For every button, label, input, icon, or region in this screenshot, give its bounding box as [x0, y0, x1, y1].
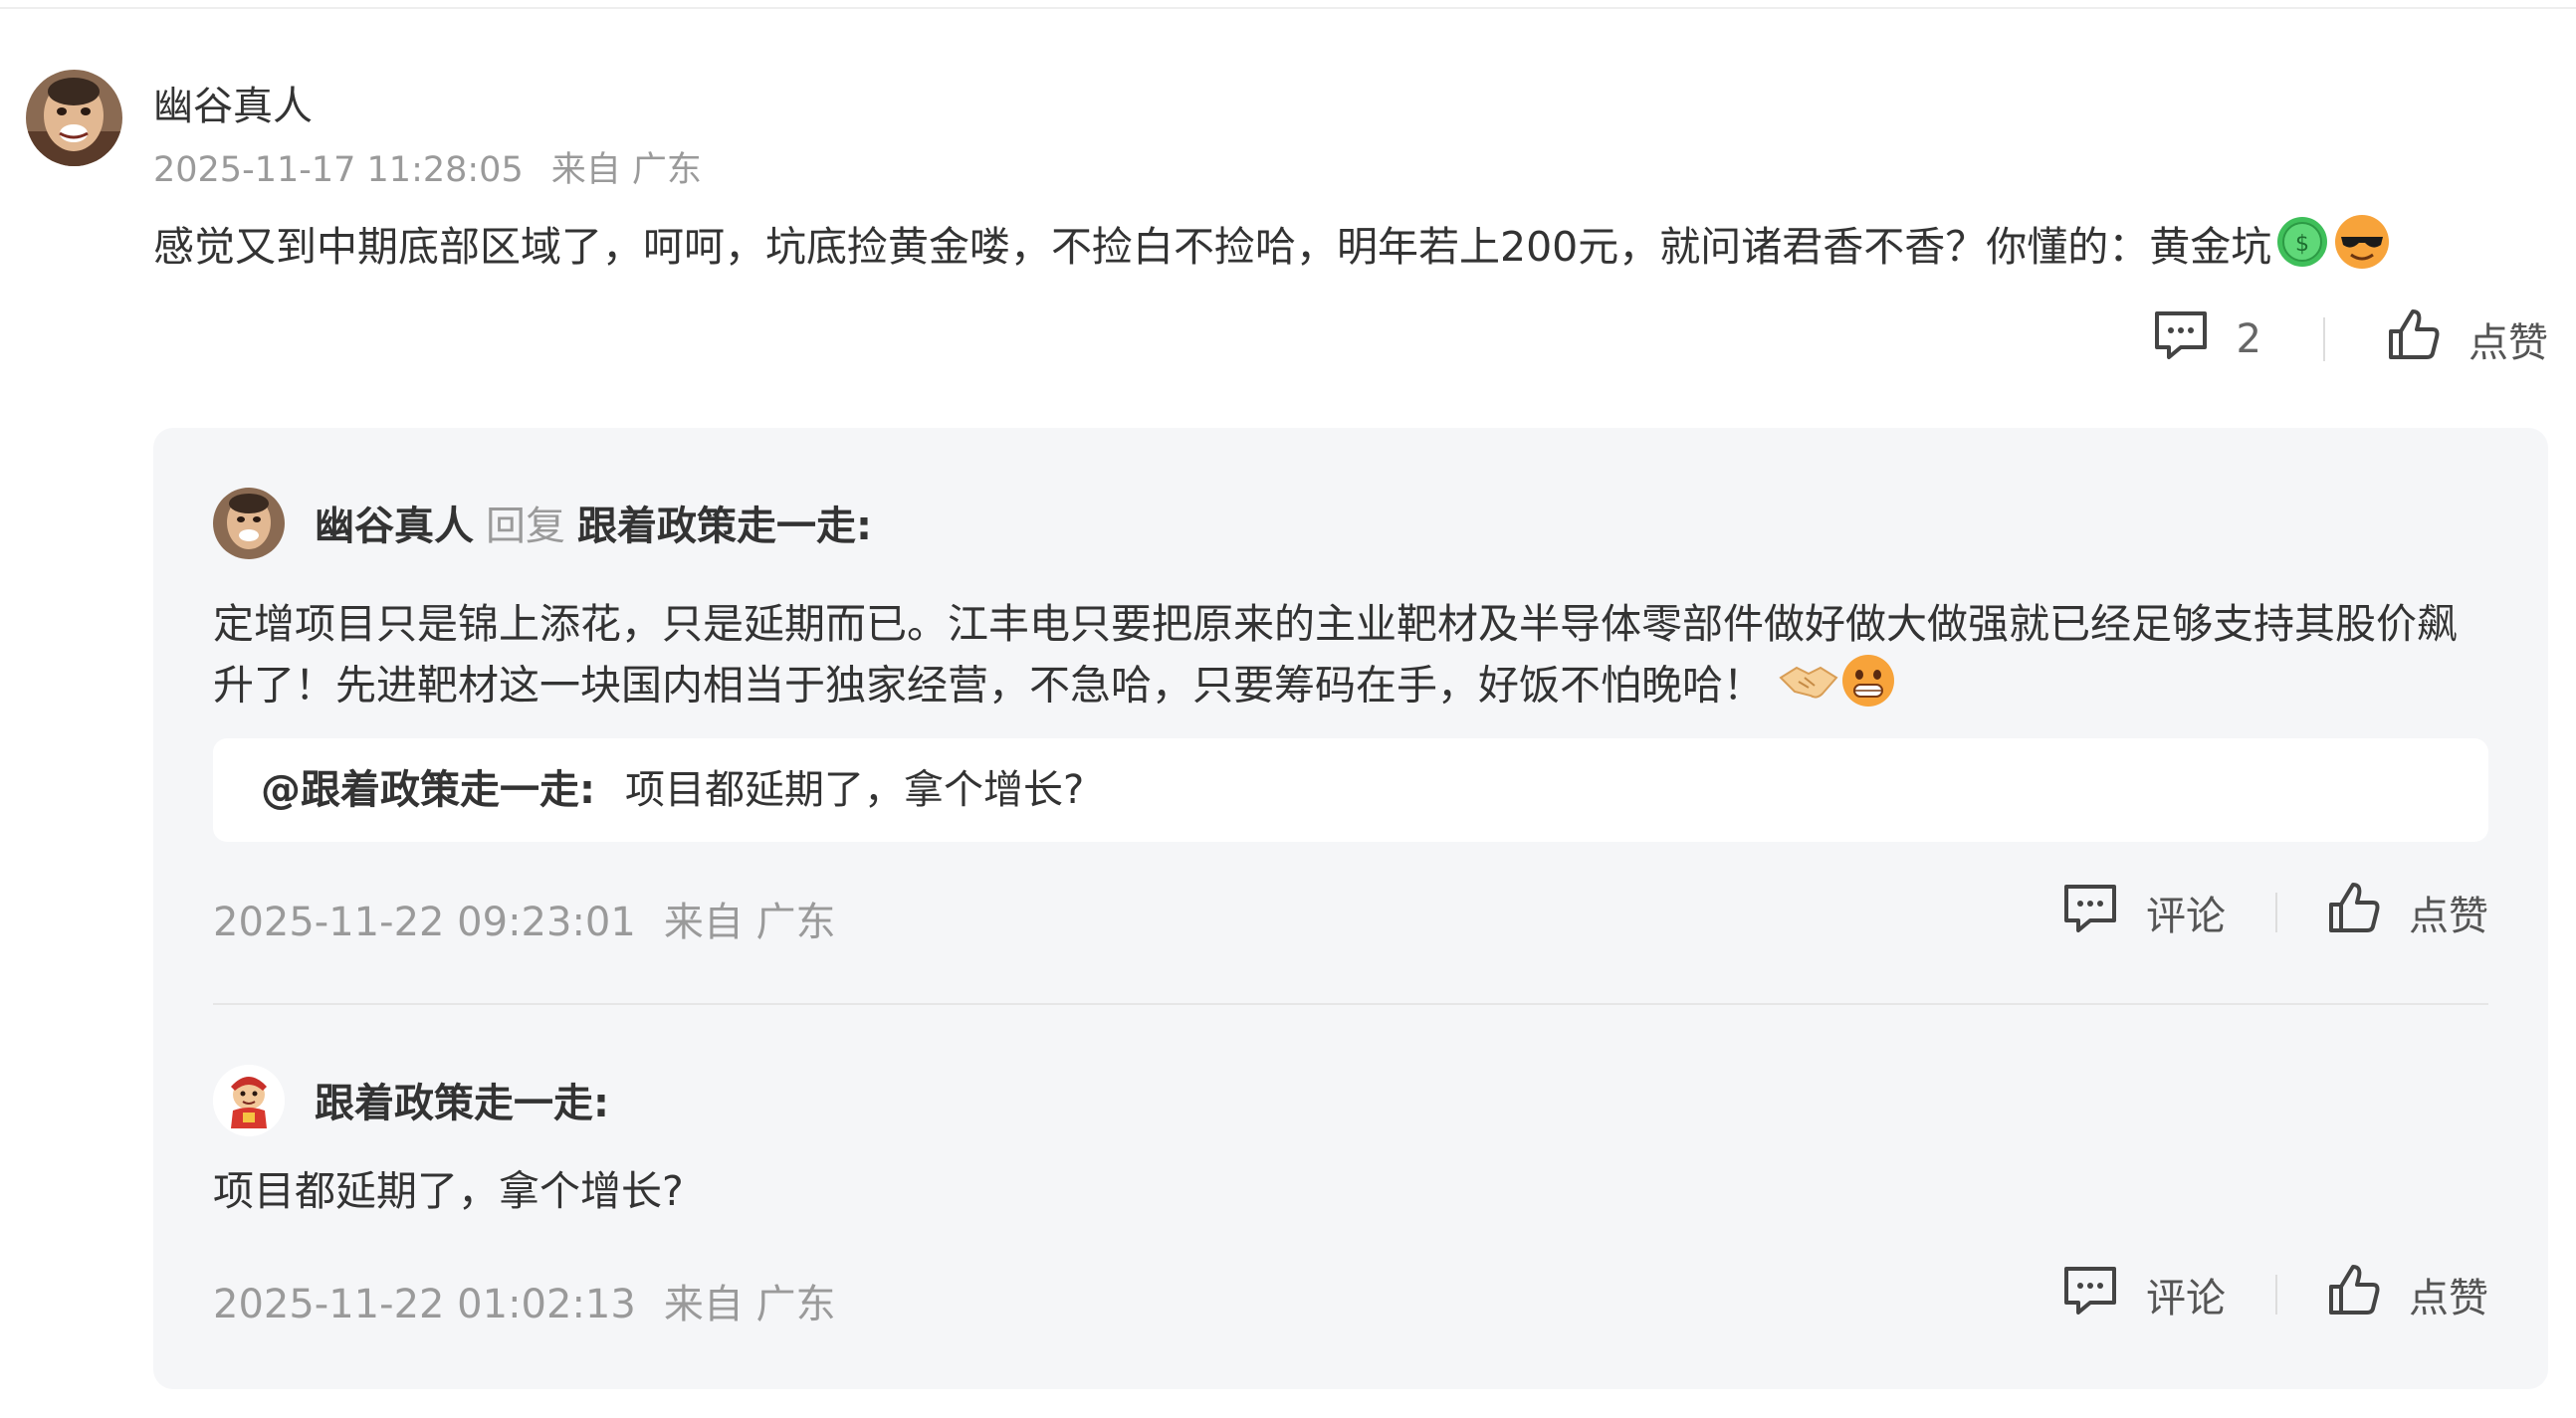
reply-body: 项目都延期了，拿个增长?: [213, 1162, 2488, 1220]
comment-button[interactable]: 评论: [2062, 883, 2226, 942]
comment-author[interactable]: 幽谷真人: [153, 74, 313, 131]
comment-label: 评论: [2146, 1276, 2226, 1321]
reply-actions: 评论 点赞: [2062, 878, 2488, 947]
comment-label: 评论: [2146, 894, 2226, 939]
comment-bubble-icon: [2062, 1265, 2118, 1324]
top-divider: [0, 7, 2576, 9]
reply-location: 来自 广东: [663, 900, 836, 945]
reply-divider: [213, 1003, 2488, 1005]
reply-actions: 评论 点赞: [2062, 1260, 2488, 1329]
reply-location: 来自 广东: [663, 1282, 836, 1327]
avatar[interactable]: [26, 70, 122, 166]
comment-location: 来自 广东: [550, 150, 702, 190]
comment-body: 感觉又到中期底部区域了，呵呵，坑底捡黄金喽，不捡白不捡哈，明年若上200元，就问…: [153, 213, 2391, 287]
comment-timestamp: 2025-11-17 11:28:05: [153, 150, 524, 190]
comment-bubble-icon: [2062, 883, 2118, 942]
action-divider: [2323, 317, 2325, 361]
action-divider: [2275, 1275, 2277, 1315]
reply-target[interactable]: 跟着政策走一走:: [577, 504, 872, 549]
reply-timestamp: 2025-11-22 09:23:01: [213, 900, 636, 945]
sunglasses-emoji-icon: [2333, 213, 2391, 287]
quote-text: 项目都延期了，拿个增长?: [625, 767, 1085, 813]
reply-timestamp: 2025-11-22 01:02:13: [213, 1282, 636, 1327]
comment-button[interactable]: 评论: [2062, 1265, 2226, 1324]
reply-header: 幽谷真人 回复 跟着政策走一走:: [315, 494, 872, 551]
like-label: 点赞: [2469, 320, 2548, 366]
svg-text:$: $: [2295, 232, 2309, 257]
comment-bubble-icon: [2153, 309, 2209, 369]
reply-author[interactable]: 幽谷真人: [315, 504, 474, 549]
comment-text: 感觉又到中期底部区域了，呵呵，坑底捡黄金喽，不捡白不捡哈，明年若上200元，就问…: [153, 223, 2272, 271]
like-button[interactable]: 点赞: [2327, 1263, 2488, 1326]
reply-count-button[interactable]: 2: [2153, 309, 2261, 369]
reply-count: 2: [2236, 316, 2261, 362]
money-badge-emoji-icon: $: [2275, 215, 2329, 285]
reply-header: 跟着政策走一走:: [315, 1071, 609, 1128]
thumbs-up-icon: [2387, 307, 2441, 371]
reply-word: 回复: [486, 504, 565, 549]
grin-emoji-icon: [1840, 653, 1896, 723]
like-button[interactable]: 点赞: [2327, 881, 2488, 944]
avatar[interactable]: [213, 1065, 285, 1136]
reply-meta: 2025-11-22 01:02:13 来自 广东: [213, 1272, 836, 1329]
thumbs-up-icon: [2327, 1263, 2381, 1326]
reply-text: 项目都延期了，拿个增长?: [213, 1167, 684, 1215]
like-label: 点赞: [2409, 1276, 2488, 1321]
quote-author[interactable]: @跟着政策走一走:: [261, 767, 595, 813]
like-label: 点赞: [2409, 894, 2488, 939]
reply-text: 定增项目只是锦上添花，只是延期而已。江丰电只要把原来的主业靶材及半导体零部件做好…: [213, 600, 2458, 709]
replies-panel: 幽谷真人 回复 跟着政策走一走: 定增项目只是锦上添花，只是延期而已。江丰电只要把原…: [153, 428, 2548, 1389]
avatar[interactable]: [213, 488, 285, 559]
comment-meta: 2025-11-17 11:28:05 来自 广东: [153, 141, 702, 192]
reply-author[interactable]: 跟着政策走一走:: [315, 1081, 609, 1126]
comment-actions: 2 点赞: [2153, 304, 2548, 374]
quoted-comment[interactable]: @跟着政策走一走: 项目都延期了，拿个增长?: [213, 738, 2488, 842]
handshake-emoji-icon: [1777, 656, 1840, 720]
reply-meta: 2025-11-22 09:23:01 来自 广东: [213, 890, 836, 947]
action-divider: [2275, 893, 2277, 932]
thumbs-up-icon: [2327, 881, 2381, 944]
like-button[interactable]: 点赞: [2387, 307, 2548, 371]
reply-body: 定增项目只是锦上添花，只是延期而已。江丰电只要把原来的主业靶材及半导体零部件做好…: [213, 595, 2488, 723]
